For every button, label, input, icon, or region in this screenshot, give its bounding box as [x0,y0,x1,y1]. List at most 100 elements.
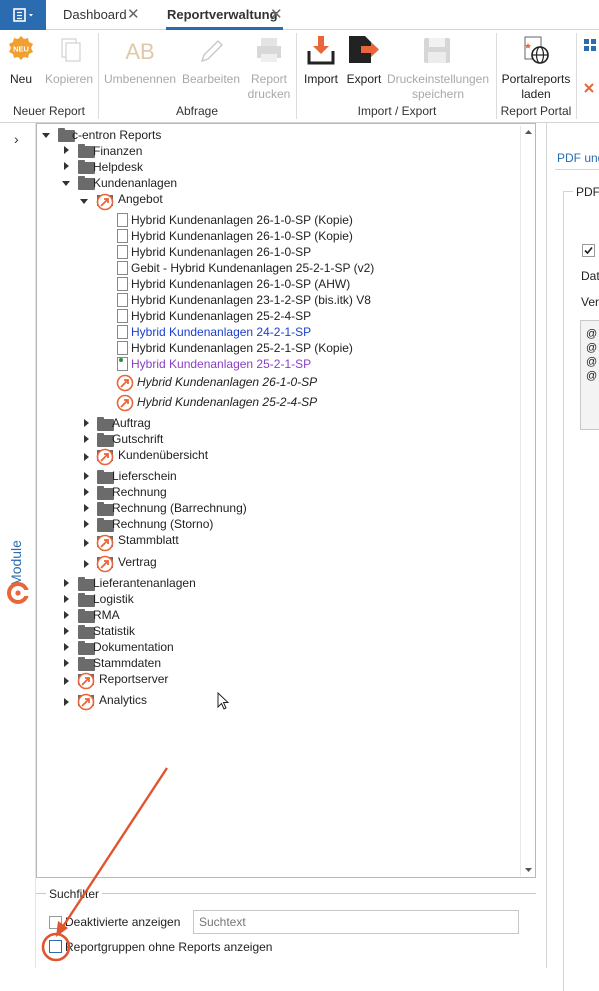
portal-arrow-icon [96,555,114,573]
group-abfrage: Abfrage [175,104,219,118]
tree-node-reportserver[interactable]: Reportserver [99,671,168,687]
portal-report-item[interactable]: Hybrid Kundenanlagen 25-2-4-SP [137,394,317,410]
variable-line: @ [586,356,598,368]
portal-arrow-icon [96,193,114,211]
tree-node-rechnung-storno[interactable]: Rechnung (Storno) [112,516,213,532]
report-item[interactable]: Hybrid Kundenanlagen 26-1-0-SP (Kopie) [131,212,353,228]
collapse-triangle-icon[interactable] [80,199,88,204]
report-file-icon [117,213,128,227]
close-icon[interactable]: ✕ [127,0,140,30]
tree-scrollbar[interactable] [520,126,535,876]
portalreports-label-1: Portalreports [501,72,571,86]
collapse-triangle-icon[interactable] [62,181,70,186]
variables-list[interactable]: @ @ @ @ [580,320,599,430]
expand-triangle-icon[interactable] [64,677,69,685]
dat-label: Dat [581,269,599,283]
expand-triangle-icon[interactable] [64,162,69,170]
tree-node-root[interactable]: c-entron Reports [72,127,161,143]
report-item-blue[interactable]: Hybrid Kundenanlagen 24-2-1-SP [131,324,311,340]
portal-report-item[interactable]: Hybrid Kundenanlagen 26-1-0-SP [137,374,317,390]
annotation-arrow [41,767,169,962]
portal-arrow-icon [96,448,114,466]
report-item[interactable]: Gebit - Hybrid Kundenanlagen 25-2-1-SP (… [131,260,374,276]
tab-dashboard-label: Dashboard [63,7,127,22]
bearbeiten-button[interactable]: Bearbeiten [180,33,242,93]
expand-triangle-icon[interactable] [64,611,69,619]
tab-reportverwaltung[interactable]: Reportverwaltung ✕ [167,0,287,30]
group-neuer-report: Neuer Report [12,104,86,118]
active-dot-icon [119,358,123,362]
tree-node-helpdesk[interactable]: Helpdesk [93,159,143,175]
expand-triangle-icon[interactable] [64,579,69,587]
tree-node-statistik[interactable]: Statistik [93,623,135,639]
tree-node-analytics[interactable]: Analytics [99,692,147,708]
neu-button[interactable]: NEU Neu [2,33,40,93]
report-item[interactable]: Hybrid Kundenanlagen 25-2-4-SP [131,308,311,324]
report-item[interactable]: Hybrid Kundenanlagen 25-2-1-SP (Kopie) [131,340,353,356]
kopieren-button[interactable]: Kopieren [44,33,94,93]
tree-node-kundenanlagen[interactable]: Kundenanlagen [93,175,177,191]
close-icon[interactable]: ✕ [270,0,283,30]
tree-node-angebot[interactable]: Angebot [118,191,163,207]
expand-triangle-icon[interactable] [84,560,89,568]
expand-triangle-icon[interactable] [84,472,89,480]
option-checkbox[interactable] [582,244,595,257]
expand-triangle-icon[interactable] [64,698,69,706]
report-drucken-button[interactable]: Report drucken [244,33,294,101]
report-file-icon [117,245,128,259]
tree-node-rma[interactable]: RMA [93,607,120,623]
bearbeiten-label: Bearbeiten [181,72,241,86]
ribbon-overflow-icons [584,39,596,93]
scroll-up-arrow-icon[interactable] [524,128,533,136]
tab-dashboard[interactable]: Dashboard ✕ [63,0,143,30]
expand-triangle-icon[interactable] [64,643,69,651]
tree-node-vertrag[interactable]: Vertrag [118,554,157,570]
report-item[interactable]: Hybrid Kundenanlagen 26-1-0-SP (AHW) [131,276,350,292]
portalreports-label-2: laden [521,87,551,101]
expand-triangle-icon[interactable] [64,659,69,667]
report-item[interactable]: Hybrid Kundenanlagen 23-1-2-SP (bis.itk)… [131,292,371,308]
ribbon-divider [98,33,99,119]
collapse-triangle-icon[interactable] [42,133,50,138]
expand-triangle-icon[interactable] [64,595,69,603]
expand-triangle-icon[interactable] [84,504,89,512]
tree-node-finanzen[interactable]: Finanzen [93,143,142,159]
expand-triangle-icon[interactable] [84,539,89,547]
expand-triangle-icon[interactable] [84,488,89,496]
expand-triangle-icon[interactable] [64,627,69,635]
tree-node-kundenuebersicht[interactable]: Kundenübersicht [118,447,208,463]
report-item-purple[interactable]: Hybrid Kundenanlagen 25-2-1-SP [131,356,311,372]
tree-node-auftrag[interactable]: Auftrag [112,415,151,431]
group-import-export: Import / Export [357,104,437,118]
tree-node-gutschrift[interactable]: Gutschrift [112,431,163,447]
variable-line: @ [586,328,598,340]
expand-chevron-icon[interactable]: › [14,131,19,147]
expand-triangle-icon[interactable] [84,435,89,443]
expand-triangle-icon[interactable] [84,419,89,427]
report-item[interactable]: Hybrid Kundenanlagen 26-1-0-SP [131,244,311,260]
expand-triangle-icon[interactable] [64,146,69,154]
tree-node-lieferschein[interactable]: Lieferschein [112,468,177,484]
tree-node-stammdaten[interactable]: Stammdaten [93,655,161,671]
tree-node-rechnung-barrechnung[interactable]: Rechnung (Barrechnung) [112,500,247,516]
scroll-down-arrow-icon[interactable] [524,866,533,874]
expand-triangle-icon[interactable] [84,520,89,528]
druckeinstellungen-speichern-button[interactable]: Druckeinstellungen speichern [386,33,490,101]
tree-node-dokumentation[interactable]: Dokumentation [93,639,174,655]
tree-node-stammblatt[interactable]: Stammblatt [118,532,179,548]
tree-node-rechnung[interactable]: Rechnung [112,484,167,500]
report-drucken-label-2: drucken [247,87,291,101]
import-button[interactable]: Import [301,33,341,93]
druckeinstellungen-label-2: speichern [411,87,465,101]
expand-triangle-icon[interactable] [84,453,89,461]
tab-pdf[interactable]: PDF und [557,151,599,165]
umbenennen-button[interactable]: AB Umbenennen [104,33,176,93]
export-button[interactable]: Export [343,33,385,93]
tree-node-lieferantenanlagen[interactable]: Lieferantenanlagen [93,575,196,591]
suchtext-input[interactable] [193,910,519,934]
portalreports-laden-button[interactable]: Portalreports laden [499,33,573,101]
report-item[interactable]: Hybrid Kundenanlagen 26-1-0-SP (Kopie) [131,228,353,244]
app-menu-button[interactable] [0,0,46,30]
tree-node-logistik[interactable]: Logistik [93,591,134,607]
ver-label: Ver [581,295,599,309]
